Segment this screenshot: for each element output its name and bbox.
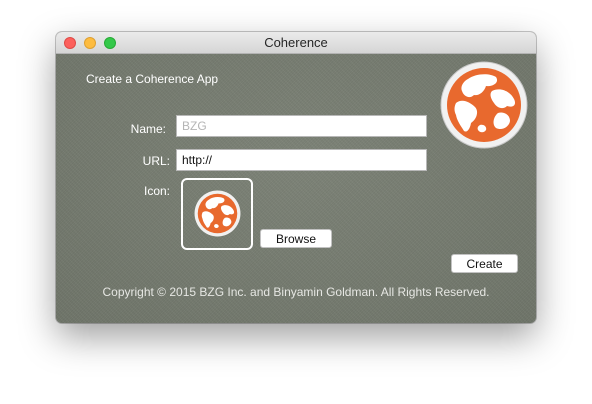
url-label: URL: (142, 154, 170, 168)
globe-icon (440, 61, 528, 149)
url-field[interactable] (176, 149, 427, 171)
globe-icon (194, 190, 241, 237)
create-button[interactable]: Create (451, 254, 518, 273)
create-app-panel: Create a Coherence App Name: URL: Icon: (56, 54, 536, 323)
browse-button[interactable]: Browse (260, 229, 332, 248)
app-logo (440, 61, 528, 154)
name-field[interactable] (176, 115, 427, 137)
icon-label: Icon: (143, 184, 170, 198)
form-heading: Create a Coherence App (86, 72, 219, 86)
window-title: Coherence (264, 35, 328, 50)
app-window: Coherence Create a Coherence App Name: U… (56, 32, 536, 323)
copyright-notice: Copyright © 2015 BZG Inc. and Binyamin G… (102, 285, 490, 299)
icon-drop-well[interactable] (181, 178, 253, 250)
name-label: Name: (130, 122, 166, 136)
title-bar[interactable]: Coherence (56, 32, 536, 54)
